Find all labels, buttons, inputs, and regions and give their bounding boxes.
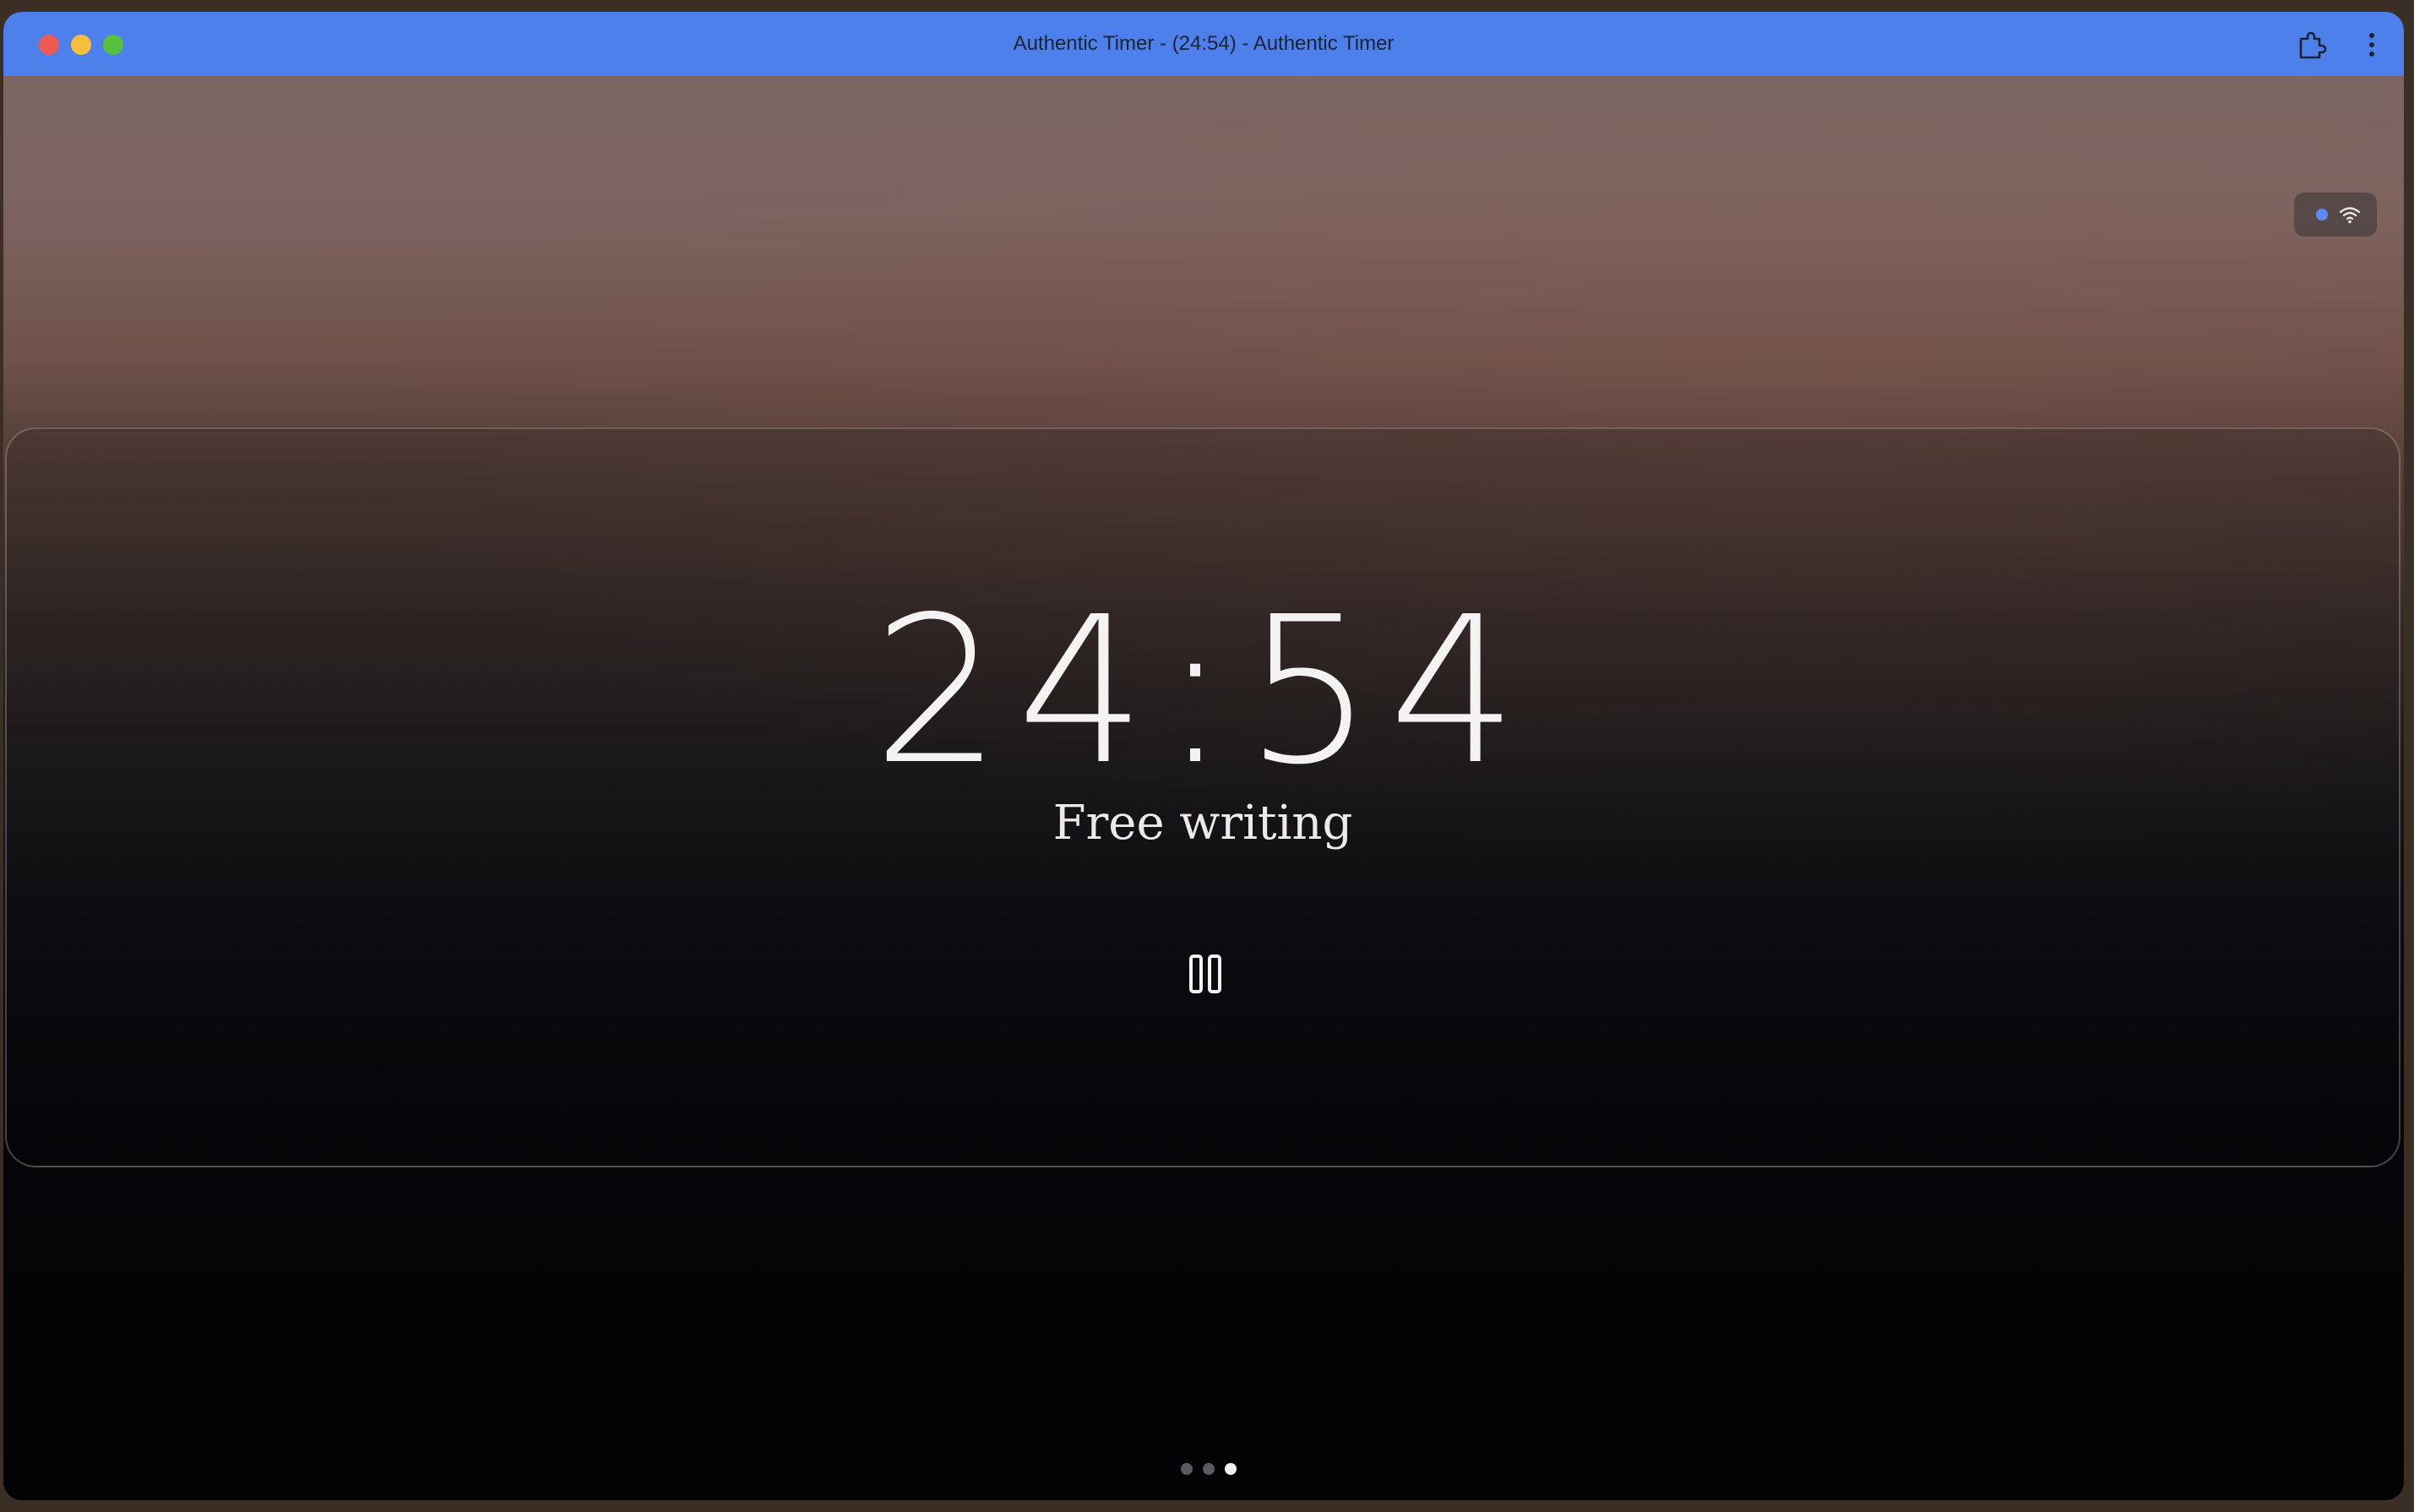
more-menu-button[interactable] xyxy=(2360,27,2384,63)
status-dot xyxy=(2316,209,2328,220)
timer-panel: 24:54 Free writing xyxy=(5,427,2400,1167)
window-title: Authentic Timer - (24:54) - Authentic Ti… xyxy=(1013,32,1395,55)
extensions-button[interactable] xyxy=(2294,27,2330,63)
connection-status[interactable] xyxy=(2294,193,2377,237)
title-bar: Authentic Timer - (24:54) - Authentic Ti… xyxy=(3,12,2404,76)
timer-view: 24:54 Free writing xyxy=(3,76,2404,1500)
app-window: Authentic Timer - (24:54) - Authentic Ti… xyxy=(3,12,2404,1500)
page-dot-active[interactable] xyxy=(1225,1463,1237,1475)
timer-display: 24:54 xyxy=(873,573,1533,809)
pause-icon xyxy=(1189,955,1221,993)
timer-label: Free writing xyxy=(1052,796,1353,851)
wifi-icon xyxy=(2339,207,2361,224)
more-vertical-icon xyxy=(2369,33,2374,57)
page-dot[interactable] xyxy=(1181,1463,1193,1475)
page-indicator xyxy=(1176,1461,1243,1477)
page-dot[interactable] xyxy=(1203,1463,1215,1475)
puzzle-icon xyxy=(2299,31,2327,59)
pause-button[interactable] xyxy=(1188,951,1225,998)
